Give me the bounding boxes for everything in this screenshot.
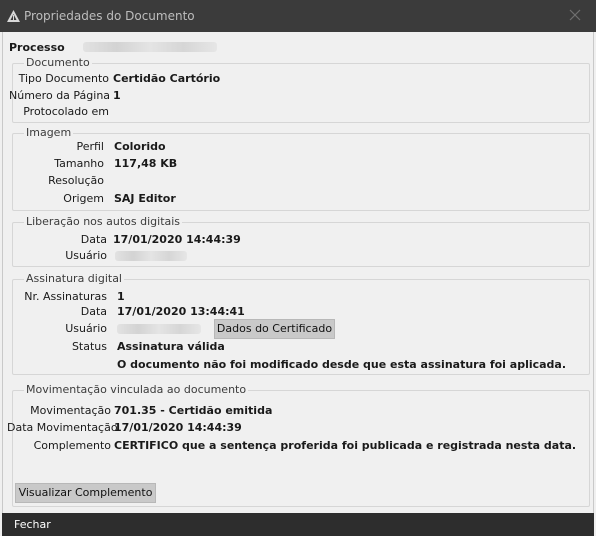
nr-assinaturas-label: Nr. Assinaturas [24,290,107,303]
documento-legend: Documento [24,56,92,69]
processo-label: Processo [9,41,65,54]
numero-pagina-label: Número da Página [9,89,111,102]
nr-assinaturas-value: 1 [117,290,125,303]
movimentacao-value: 701.35 - Certidão emitida [114,404,273,417]
dados-certificado-button[interactable]: Dados do Certificado [214,319,335,339]
liberacao-legend: Liberação nos autos digitais [24,215,183,228]
complemento-value: CERTIFICO que a sentença proferida foi p… [114,439,577,452]
liberacao-data-label: Data [80,233,107,246]
footer-bar: Fechar [2,513,594,536]
numero-pagina-value: 1 [113,89,121,102]
data-movimentacao-value: 17/01/2020 14:44:39 [114,421,242,434]
tamanho-label: Tamanho [54,157,104,170]
data-movimentacao-label: Data Movimentação [7,421,118,434]
visualizar-complemento-button[interactable]: Visualizar Complemento [15,483,156,503]
status-label: Status [71,340,107,353]
assinatura-data-label: Data [80,305,107,318]
close-icon[interactable] [568,8,582,22]
status-message: O documento não foi modificado desde que… [117,358,567,371]
origem-value: SAJ Editor [114,192,176,205]
resolucao-label: Resolução [48,174,104,187]
movimentacao-legend: Movimentação vinculada ao documento [24,383,249,396]
complemento-label: Complemento [33,439,111,452]
origem-label: Origem [63,192,104,205]
tamanho-value: 117,48 KB [114,157,178,170]
assinatura-usuario-redacted [117,324,201,334]
protocolado-label: Protocolado em [23,105,109,118]
liberacao-usuario-label: Usuário [65,249,107,262]
processo-value-redacted [83,42,217,52]
liberacao-data-value: 17/01/2020 14:44:39 [113,233,241,246]
assinatura-usuario-label: Usuário [65,322,107,335]
movimentacao-label: Movimentação [30,404,111,417]
window-title: Propriedades do Documento [24,9,195,23]
perfil-label: Perfil [76,140,104,153]
tipo-documento-label: Tipo Documento [18,72,109,85]
status-value: Assinatura válida [117,340,225,353]
perfil-value: Colorido [114,140,166,153]
assinatura-data-value: 17/01/2020 13:44:41 [117,305,245,318]
liberacao-usuario-redacted [115,251,187,261]
tipo-documento-value: Certidão Cartório [113,72,221,85]
app-logo-icon [7,10,20,22]
imagem-legend: Imagem [24,126,74,139]
title-bar: Propriedades do Documento [0,0,596,32]
fechar-button[interactable]: Fechar [14,518,51,531]
assinatura-legend: Assinatura digital [24,272,124,285]
properties-panel: Processo Documento Tipo Documento Certid… [2,32,594,513]
